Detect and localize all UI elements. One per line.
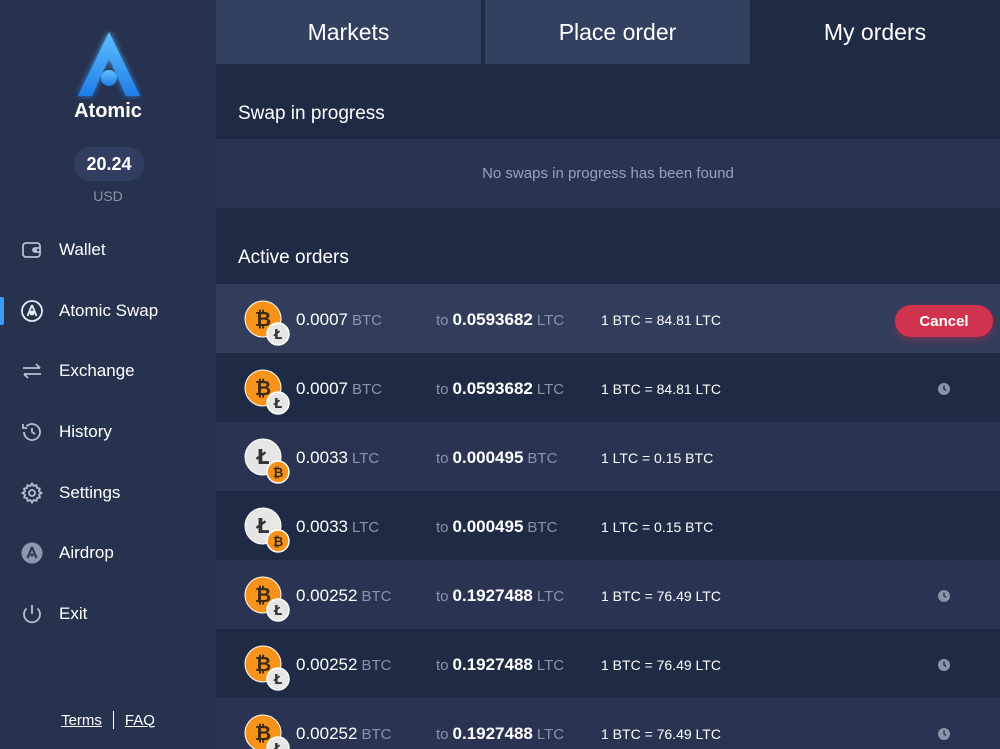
svg-text:Ł: Ł [273, 673, 282, 688]
atomic-swap-icon [21, 300, 43, 322]
sidebar-item-label: Exchange [59, 361, 135, 380]
footer-links: Terms FAQ [0, 711, 216, 729]
order-rate: 1 LTC = 0.15 BTC [601, 450, 714, 466]
svg-text:₿: ₿ [273, 466, 284, 481]
order-rate: 1 BTC = 76.49 LTC [601, 726, 721, 742]
order-to-amount: to 0.0593682 LTC [436, 310, 565, 329]
svg-text:₿: ₿ [273, 535, 284, 550]
btc-ltc-pair-icon: ₿ Ł [244, 714, 290, 749]
svg-text:Ł: Ł [273, 604, 282, 619]
order-amount: 0.00252 BTC [296, 724, 392, 743]
order-to-amount: to 0.000495 BTC [436, 448, 558, 467]
tab-my-orders[interactable]: My orders [750, 0, 1000, 64]
exchange-icon [23, 363, 41, 379]
order-rate: 1 LTC = 0.15 BTC [601, 519, 714, 535]
sidebar-item-atomic-swap[interactable]: Atomic Swap [0, 291, 216, 331]
gear-icon [20, 481, 44, 505]
cancel-order-button[interactable]: Cancel [895, 305, 993, 337]
sidebar-item-wallet[interactable]: Wallet [0, 230, 216, 270]
brand-name: Atomic [74, 100, 142, 122]
sidebar-item-exchange[interactable]: Exchange [0, 351, 216, 391]
order-row[interactable]: ₿ Ł 0.00252BTC to0.1927488LTC 1 BTC = 76… [216, 629, 1000, 698]
order-to-amount: to 0.1927488 LTC [436, 724, 565, 743]
footer-divider [112, 711, 114, 729]
order-to-amount: to 0.1927488 LTC [436, 586, 565, 605]
order-amount: 0.0007 BTC [296, 379, 382, 398]
btc-ltc-pair-icon: ₿ Ł [244, 369, 290, 415]
airdrop-icon [21, 542, 43, 564]
order-row[interactable]: ₿ Ł 0.0007 BTC to 0.0593682 LTC 1 BTC = 84.… [216, 353, 1000, 422]
swap-empty-text: No swaps in progress has been found [482, 165, 734, 182]
swap-empty-state: No swaps in progress has been found [216, 139, 1000, 208]
order-amount: 0.00252 BTC [296, 586, 392, 605]
btc-ltc-pair-icon: ₿ Ł [244, 300, 290, 346]
active-orders-title: Active orders [238, 247, 349, 268]
svg-text:Ł: Ł [273, 328, 282, 343]
tab-place-order[interactable]: Place order [485, 0, 750, 64]
swap-in-progress-title: Swap in progress [238, 103, 385, 124]
tab-markets[interactable]: Markets [216, 0, 481, 64]
order-amount: 0.0007 BTC [296, 310, 382, 329]
order-to-amount: to 0.0593682 LTC [436, 379, 565, 398]
terms-link[interactable]: Terms [61, 712, 102, 729]
svg-text:Ł: Ł [256, 514, 270, 538]
history-icon [22, 423, 41, 441]
btc-ltc-pair-icon: ₿ Ł [244, 645, 290, 691]
sidebar-item-label: Exit [59, 604, 88, 623]
svg-text:Ł: Ł [273, 742, 282, 749]
order-rate: 1 BTC = 76.49 LTC [601, 657, 721, 673]
order-row[interactable]: Ł ₿ 0.0033 LTC to 0.000495 BTC 1 LTC = 0.15… [216, 422, 1000, 491]
svg-text:Ł: Ł [273, 397, 282, 412]
order-amount: 0.00252 BTC [296, 655, 392, 674]
faq-link[interactable]: FAQ [125, 712, 155, 729]
balance-amount: 20.24 [74, 147, 144, 181]
tab-bar: Markets Place order My orders [216, 0, 1000, 64]
sidebar-item-label: Airdrop [59, 543, 114, 562]
clock-icon [938, 383, 950, 395]
order-rate: 1 BTC = 76.49 LTC [601, 588, 721, 604]
atomic-logo-icon [78, 32, 140, 96]
order-amount: 0.0033 LTC [296, 517, 380, 536]
power-icon [23, 605, 41, 624]
balance-currency: USD [93, 188, 123, 204]
clock-icon [938, 728, 950, 740]
order-row[interactable]: ₿ Ł 0.00252BTC to0.1927488LTC 1 BTC = 76… [216, 698, 1000, 749]
sidebar-item-label: Atomic Swap [59, 301, 159, 320]
btc-ltc-pair-icon: ₿ Ł [244, 576, 290, 622]
sidebar-item-label: Settings [59, 483, 121, 502]
order-row[interactable]: ₿ Ł 0.0007 BTC to 0.0593682 LTC 1 BTC = 84.… [216, 284, 1000, 353]
sidebar-item-history[interactable]: History [0, 412, 216, 452]
sidebar-item-exit[interactable]: Exit [0, 594, 216, 634]
sidebar-item-label: Wallet [59, 240, 106, 259]
order-rate: 1 BTC = 84.81 LTC [601, 312, 721, 328]
order-to-amount: to 0.1927488 LTC [436, 655, 565, 674]
sidebar-item-label: History [59, 422, 112, 441]
clock-icon [938, 659, 950, 671]
order-row[interactable]: ₿ Ł 0.00252BTC to0.1927488LTC 1 BTC = 76… [216, 560, 1000, 629]
order-to-amount: to 0.000495 BTC [436, 517, 558, 536]
ltc-btc-pair-icon: Ł ₿ [244, 507, 290, 553]
clock-icon [938, 590, 950, 602]
sidebar-item-settings[interactable]: Settings [0, 473, 216, 513]
sidebar: Atomic 20.24 USD Wallet Atomic Swap Exch… [0, 0, 216, 749]
wallet-icon [22, 242, 41, 258]
order-rate: 1 BTC = 84.81 LTC [601, 381, 721, 397]
ltc-btc-pair-icon: Ł ₿ [244, 438, 290, 484]
sidebar-item-airdrop[interactable]: Airdrop [0, 533, 216, 573]
order-row[interactable]: Ł ₿ 0.0033 LTC to 0.000495 BTC 1 LTC = 0.15… [216, 491, 1000, 560]
svg-text:Ł: Ł [256, 445, 270, 469]
order-amount: 0.0033 LTC [296, 448, 380, 467]
